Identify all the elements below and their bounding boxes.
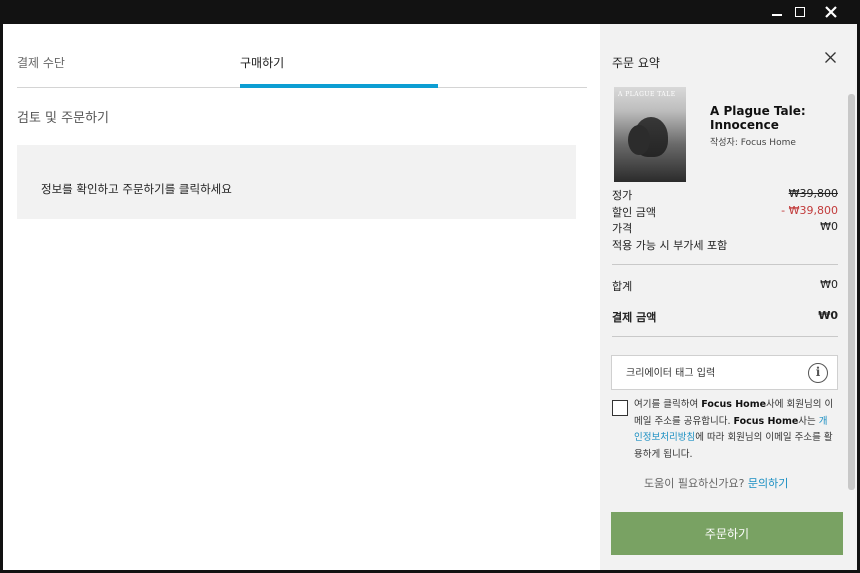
place-order-button[interactable]: 주문하기: [611, 512, 843, 555]
tax-note-row: 적용 가능 시 부가세 포함: [612, 237, 838, 253]
creator-tag-field: i: [611, 355, 838, 390]
game-title: A Plague Tale: Innocence: [710, 104, 806, 132]
final-price-label: 가격: [612, 222, 633, 235]
review-notice-box: 정보를 확인하고 주문하기를 클릭하세요: [17, 145, 576, 219]
cover-title-text: A PLAGUE TALE: [618, 91, 676, 98]
consent-text-part: 사는: [798, 415, 819, 427]
discount-value: - ₩39,800: [781, 204, 838, 217]
tab-payment-method[interactable]: 결제 수단: [17, 54, 65, 71]
tab-purchase[interactable]: 구매하기: [240, 54, 284, 71]
contact-us-link[interactable]: 문의하기: [748, 477, 788, 490]
final-price-value: ₩0: [820, 220, 838, 233]
price-value: ₩39,800: [788, 187, 838, 200]
tax-note: 적용 가능 시 부가세 포함: [612, 239, 728, 252]
cover-figure-small: [628, 125, 650, 155]
consent-publisher-name: Focus Home: [733, 415, 799, 427]
close-icon: [825, 6, 837, 18]
info-icon[interactable]: i: [808, 363, 828, 383]
total-row: 합계 ₩0: [612, 278, 838, 294]
help-text: 도움이 필요하신가요? 문의하기: [644, 475, 788, 491]
discount-row: 할인 금액 - ₩39,800: [612, 204, 838, 220]
payment-amount-value: ₩0: [818, 309, 838, 322]
payment-amount-label: 결제 금액: [612, 311, 657, 324]
divider: [612, 336, 838, 337]
consent-text-part: 여기를 클릭하여: [634, 399, 702, 410]
maximize-button[interactable]: [790, 2, 810, 22]
window-close-button[interactable]: [821, 2, 841, 22]
checkout-main: 결제 수단 구매하기 검토 및 주문하기 정보를 확인하고 주문하기를 클릭하세…: [3, 24, 600, 570]
order-summary-panel: 주문 요약 A PLAGUE TALE A Plague Tale: Innoc…: [600, 24, 857, 570]
price-label: 정가: [612, 189, 633, 202]
active-tab-indicator: [240, 84, 438, 88]
summary-close-button[interactable]: [822, 50, 838, 66]
game-cover-image: A PLAGUE TALE: [614, 87, 686, 182]
payment-amount-row: 결제 금액 ₩0: [612, 309, 838, 325]
price-row: 정가 ₩39,800: [612, 187, 838, 203]
creator-tag-input[interactable]: [626, 365, 796, 381]
review-section-title: 검토 및 주문하기: [17, 111, 109, 126]
email-consent-text: 여기를 클릭하여 Focus Home사에 회원님의 이메일 주소를 공유합니다…: [634, 397, 834, 463]
help-prompt: 도움이 필요하신가요?: [644, 477, 748, 490]
final-price-row: 가격 ₩0: [612, 220, 838, 236]
total-label: 합계: [612, 280, 633, 293]
close-icon: [824, 52, 836, 63]
title-bar: [0, 0, 860, 24]
publisher-label: 작성자: Focus Home: [710, 138, 796, 148]
email-consent-checkbox[interactable]: [612, 400, 628, 416]
total-value: ₩0: [820, 278, 838, 291]
minimize-icon: [772, 14, 782, 16]
minimize-button[interactable]: [767, 2, 787, 22]
discount-label: 할인 금액: [612, 206, 656, 219]
divider: [612, 264, 838, 265]
checkout-tabs: 결제 수단 구매하기: [17, 24, 587, 88]
consent-publisher-name: Focus Home: [701, 399, 767, 410]
maximize-icon: [795, 7, 805, 17]
order-summary-title: 주문 요약: [612, 56, 660, 70]
summary-scrollbar[interactable]: [848, 94, 855, 490]
review-notice-text: 정보를 확인하고 주문하기를 클릭하세요: [41, 182, 232, 196]
